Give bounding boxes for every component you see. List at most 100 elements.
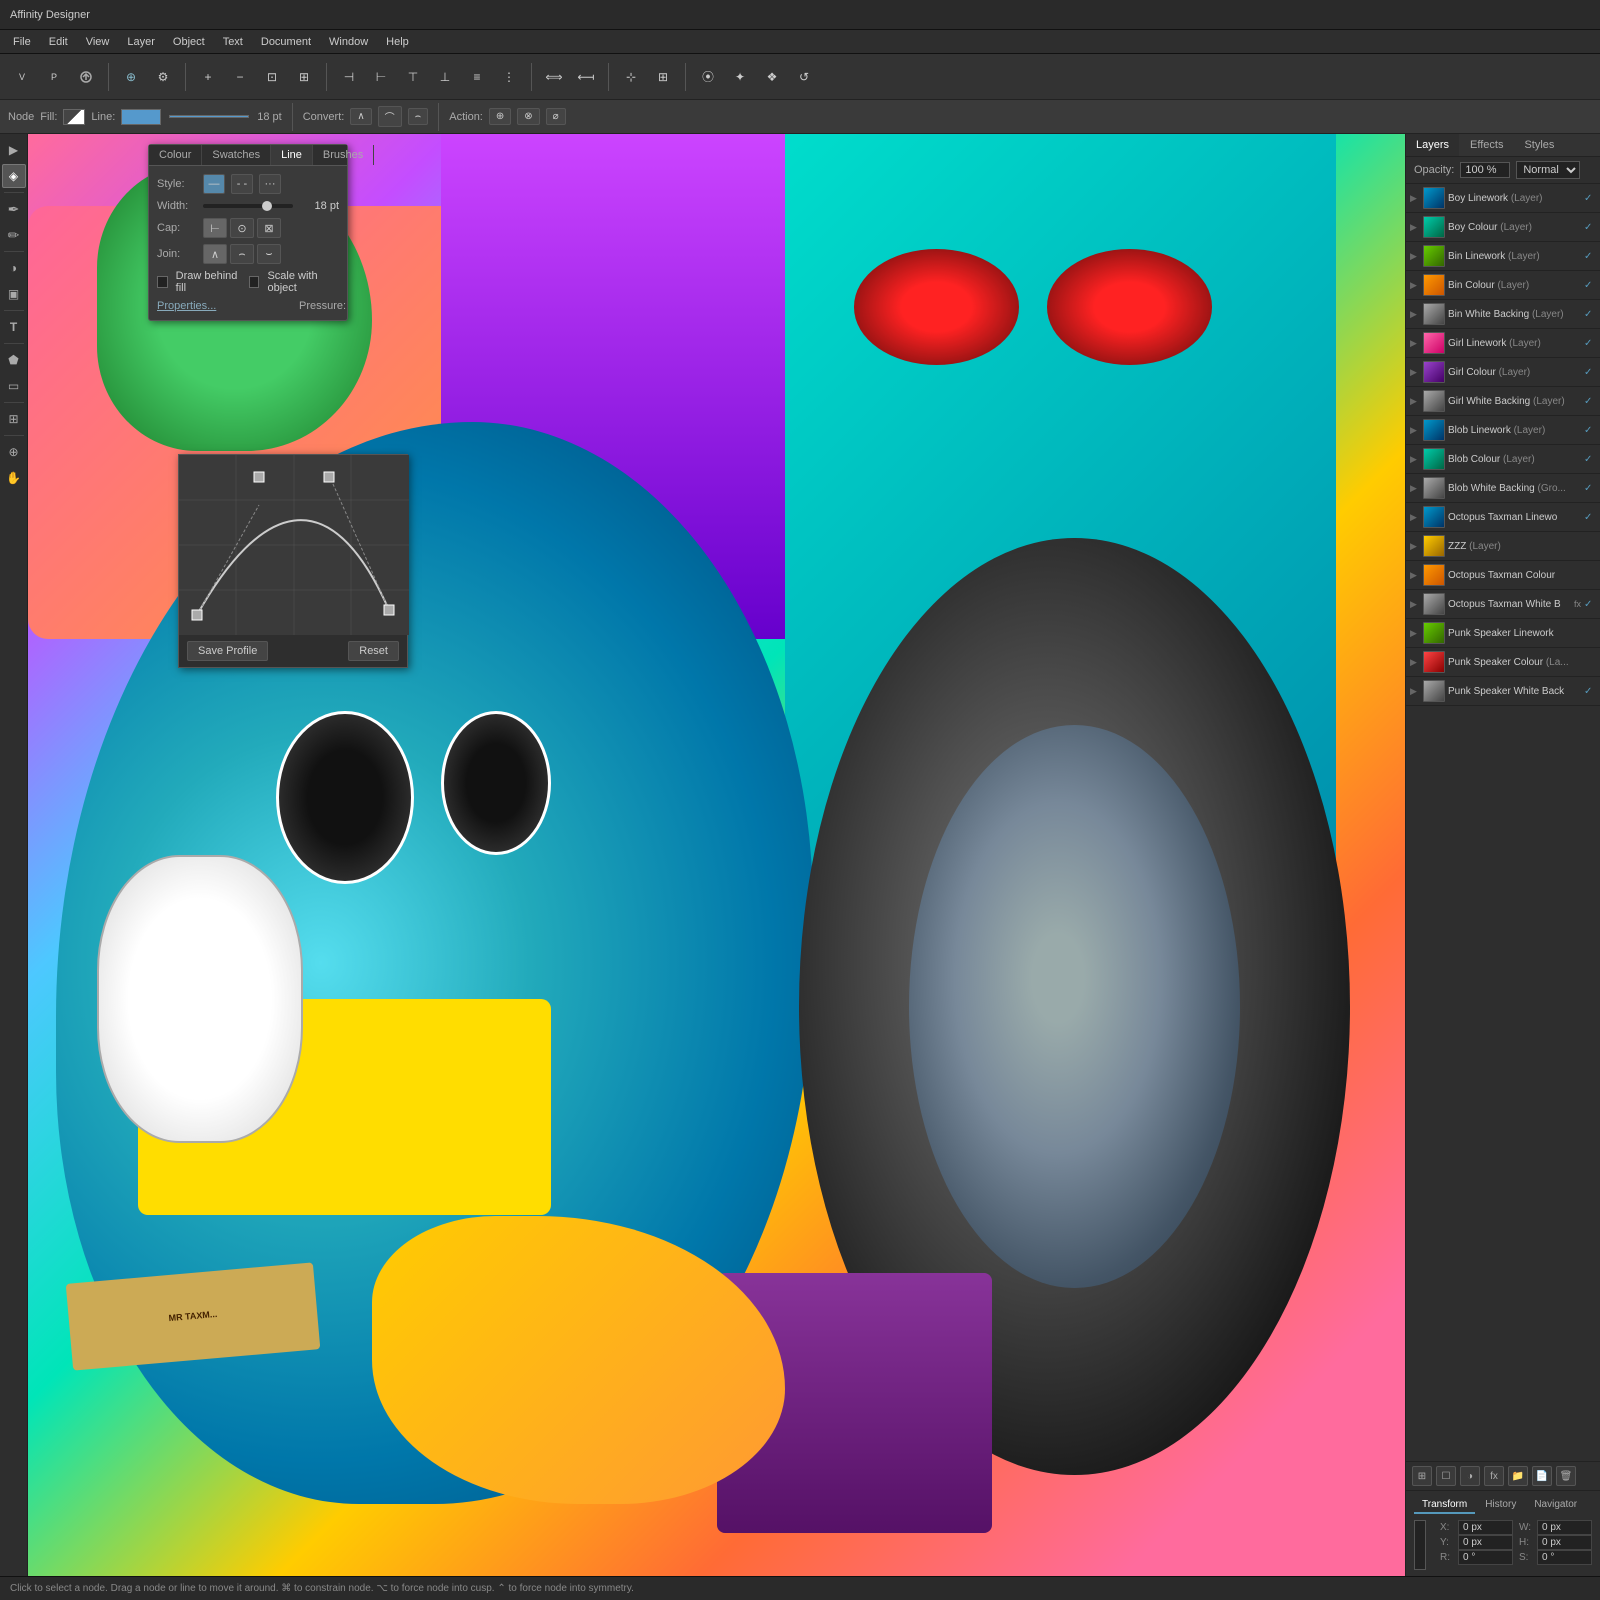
line-tab[interactable]: Line xyxy=(271,145,313,165)
layer-row-blob-colour[interactable]: ▶ Blob Colour (Layer) ✓ xyxy=(1406,445,1600,474)
view-btn[interactable]: ⊞ xyxy=(290,63,318,91)
layer-visible-icon[interactable]: ✓ xyxy=(1584,686,1596,697)
s-input[interactable] xyxy=(1537,1550,1592,1565)
layer-row-boy-colour[interactable]: ▶ Boy Colour (Layer) ✓ xyxy=(1406,213,1600,242)
align-top-btn[interactable]: ⊥ xyxy=(431,63,459,91)
menu-edit[interactable]: Edit xyxy=(41,34,76,50)
cap-butt-btn[interactable]: ⊢ xyxy=(203,218,227,238)
zoom-in-btn[interactable]: + xyxy=(194,63,222,91)
align-right-btn[interactable]: ⊤ xyxy=(399,63,427,91)
shape-tool-btn[interactable]: ⬟ xyxy=(2,348,26,372)
styles-tab[interactable]: Styles xyxy=(1514,134,1565,156)
layer-row-octopus-linework[interactable]: ▶ Octopus Taxman Linewo ✓ xyxy=(1406,503,1600,532)
layer-row-blob-linework[interactable]: ▶ Blob Linework (Layer) ✓ xyxy=(1406,416,1600,445)
menu-view[interactable]: View xyxy=(78,34,118,50)
layer-delete-btn[interactable]: 🗑 xyxy=(1556,1466,1576,1486)
layer-row-octopus-white[interactable]: ▶ Octopus Taxman White B fx ✓ xyxy=(1406,590,1600,619)
layer-row-punk-linework[interactable]: ▶ Punk Speaker Linework xyxy=(1406,619,1600,648)
action-break-btn[interactable]: ⊕ xyxy=(489,108,511,125)
x-input[interactable] xyxy=(1458,1520,1513,1535)
node-tool-btn[interactable]: ◈ xyxy=(2,164,26,188)
menu-text[interactable]: Text xyxy=(215,34,251,50)
layer-row-bin-linework[interactable]: ▶ Bin Linework (Layer) ✓ xyxy=(1406,242,1600,271)
layer-add-btn[interactable]: 📄 xyxy=(1532,1466,1552,1486)
snap-btn[interactable]: ⊹ xyxy=(617,63,645,91)
style-solid-btn[interactable]: — xyxy=(203,174,225,194)
color-wheel-btn[interactable]: ⦿ xyxy=(694,63,722,91)
colour-tab[interactable]: Colour xyxy=(149,145,202,165)
layer-visible-icon[interactable]: ✓ xyxy=(1584,396,1596,407)
align-left-btn[interactable]: ⊣ xyxy=(335,63,363,91)
convert-cusp-btn[interactable]: ∧ xyxy=(350,108,371,125)
layer-mask-btn[interactable]: ◑ xyxy=(1460,1466,1480,1486)
grid-btn[interactable]: ⊞ xyxy=(649,63,677,91)
settings-btn[interactable]: ⚙ xyxy=(149,63,177,91)
symbols-btn[interactable]: ❖ xyxy=(758,63,786,91)
fill-swatch[interactable] xyxy=(63,109,85,125)
layer-visible-icon[interactable]: ✓ xyxy=(1584,599,1596,610)
scale-with-object-checkbox[interactable] xyxy=(249,276,260,288)
opacity-input[interactable] xyxy=(1460,162,1510,178)
distribute-h-btn[interactable]: ≡ xyxy=(463,63,491,91)
layer-row-girl-white-backing[interactable]: ▶ Girl White Backing (Layer) ✓ xyxy=(1406,387,1600,416)
blend-mode-select[interactable]: Normal Multiply Screen Overlay xyxy=(1516,161,1580,179)
layer-row-blob-white-backing[interactable]: ▶ Blob White Backing (Gro... ✓ xyxy=(1406,474,1600,503)
r-input[interactable] xyxy=(1458,1550,1513,1565)
y-input[interactable] xyxy=(1458,1535,1513,1550)
hand-tool-btn[interactable]: ✋ xyxy=(2,466,26,490)
convert-symmetric-btn[interactable]: ⌢ xyxy=(408,108,429,125)
layer-visible-icon[interactable]: ✓ xyxy=(1584,280,1596,291)
layer-fx-btn[interactable]: fx xyxy=(1484,1466,1504,1486)
text-tool-btn[interactable]: T xyxy=(2,315,26,339)
vector-mode-btn[interactable]: V xyxy=(8,63,36,91)
place-btn[interactable]: ⊕ xyxy=(117,63,145,91)
crop-tool-btn[interactable]: ⊞ xyxy=(2,407,26,431)
menu-help[interactable]: Help xyxy=(378,34,417,50)
layer-visible-icon[interactable]: ✓ xyxy=(1584,251,1596,262)
zoom-out-btn[interactable]: − xyxy=(226,63,254,91)
layer-group-btn[interactable]: ☐ xyxy=(1436,1466,1456,1486)
pen-tool-btn[interactable]: ✒ xyxy=(2,197,26,221)
layer-visible-icon[interactable]: ✓ xyxy=(1584,512,1596,523)
join-miter-btn[interactable]: ∧ xyxy=(203,244,227,264)
style-dot-btn[interactable]: ··· xyxy=(259,174,281,194)
transform-tab[interactable]: Transform xyxy=(1414,1497,1475,1514)
w-input[interactable] xyxy=(1537,1520,1592,1535)
gradient-tool-btn[interactable]: ▣ xyxy=(2,282,26,306)
draw-behind-fill-checkbox[interactable] xyxy=(157,276,168,288)
cap-square-btn[interactable]: ⊠ xyxy=(257,218,281,238)
pencil-tool-btn[interactable]: ✏ xyxy=(2,223,26,247)
swatches-tab[interactable]: Swatches xyxy=(202,145,271,165)
layers-tab[interactable]: Layers xyxy=(1406,134,1460,156)
action-join-btn[interactable]: ⊗ xyxy=(517,108,539,125)
layer-visible-icon[interactable]: ✓ xyxy=(1584,309,1596,320)
effects-tab[interactable]: Effects xyxy=(1460,134,1514,156)
join-round-btn[interactable]: ⌢ xyxy=(230,244,254,264)
layer-row-punk-colour[interactable]: ▶ Punk Speaker Colour (La... xyxy=(1406,648,1600,677)
action-close-btn[interactable]: ⌀ xyxy=(546,108,566,125)
layer-row-girl-linework[interactable]: ▶ Girl Linework (Layer) ✓ xyxy=(1406,329,1600,358)
menu-object[interactable]: Object xyxy=(165,34,213,50)
flip-h-btn[interactable]: ⟺ xyxy=(540,63,568,91)
move-tool-btn[interactable]: ▶ xyxy=(2,138,26,162)
join-bevel-btn[interactable]: ⌣ xyxy=(257,244,281,264)
style-dash-btn[interactable]: - - xyxy=(231,174,253,194)
brushes-tab[interactable]: Brushes xyxy=(313,145,374,165)
align-center-btn[interactable]: ⊢ xyxy=(367,63,395,91)
pressure-graph[interactable] xyxy=(179,455,409,635)
rect-tool-btn[interactable]: ▭ xyxy=(2,374,26,398)
layer-row-boy-linework[interactable]: ▶ Boy Linework (Layer) ✓ xyxy=(1406,184,1600,213)
layer-row-girl-colour[interactable]: ▶ Girl Colour (Layer) ✓ xyxy=(1406,358,1600,387)
menu-window[interactable]: Window xyxy=(321,34,376,50)
layer-visible-icon[interactable]: ✓ xyxy=(1584,425,1596,436)
width-slider[interactable] xyxy=(203,204,293,208)
reset-btn[interactable]: Reset xyxy=(348,641,399,661)
layer-row-zzz[interactable]: ▶ ZZZ (Layer) xyxy=(1406,532,1600,561)
fit-btn[interactable]: ⊡ xyxy=(258,63,286,91)
layer-visible-icon[interactable]: ✓ xyxy=(1584,193,1596,204)
layer-row-bin-white-backing[interactable]: ▶ Bin White Backing (Layer) ✓ xyxy=(1406,300,1600,329)
layer-row-punk-white[interactable]: ▶ Punk Speaker White Back ✓ xyxy=(1406,677,1600,706)
layer-visible-icon[interactable]: ✓ xyxy=(1584,338,1596,349)
menu-file[interactable]: File xyxy=(5,34,39,50)
layer-visible-icon[interactable]: ✓ xyxy=(1584,483,1596,494)
